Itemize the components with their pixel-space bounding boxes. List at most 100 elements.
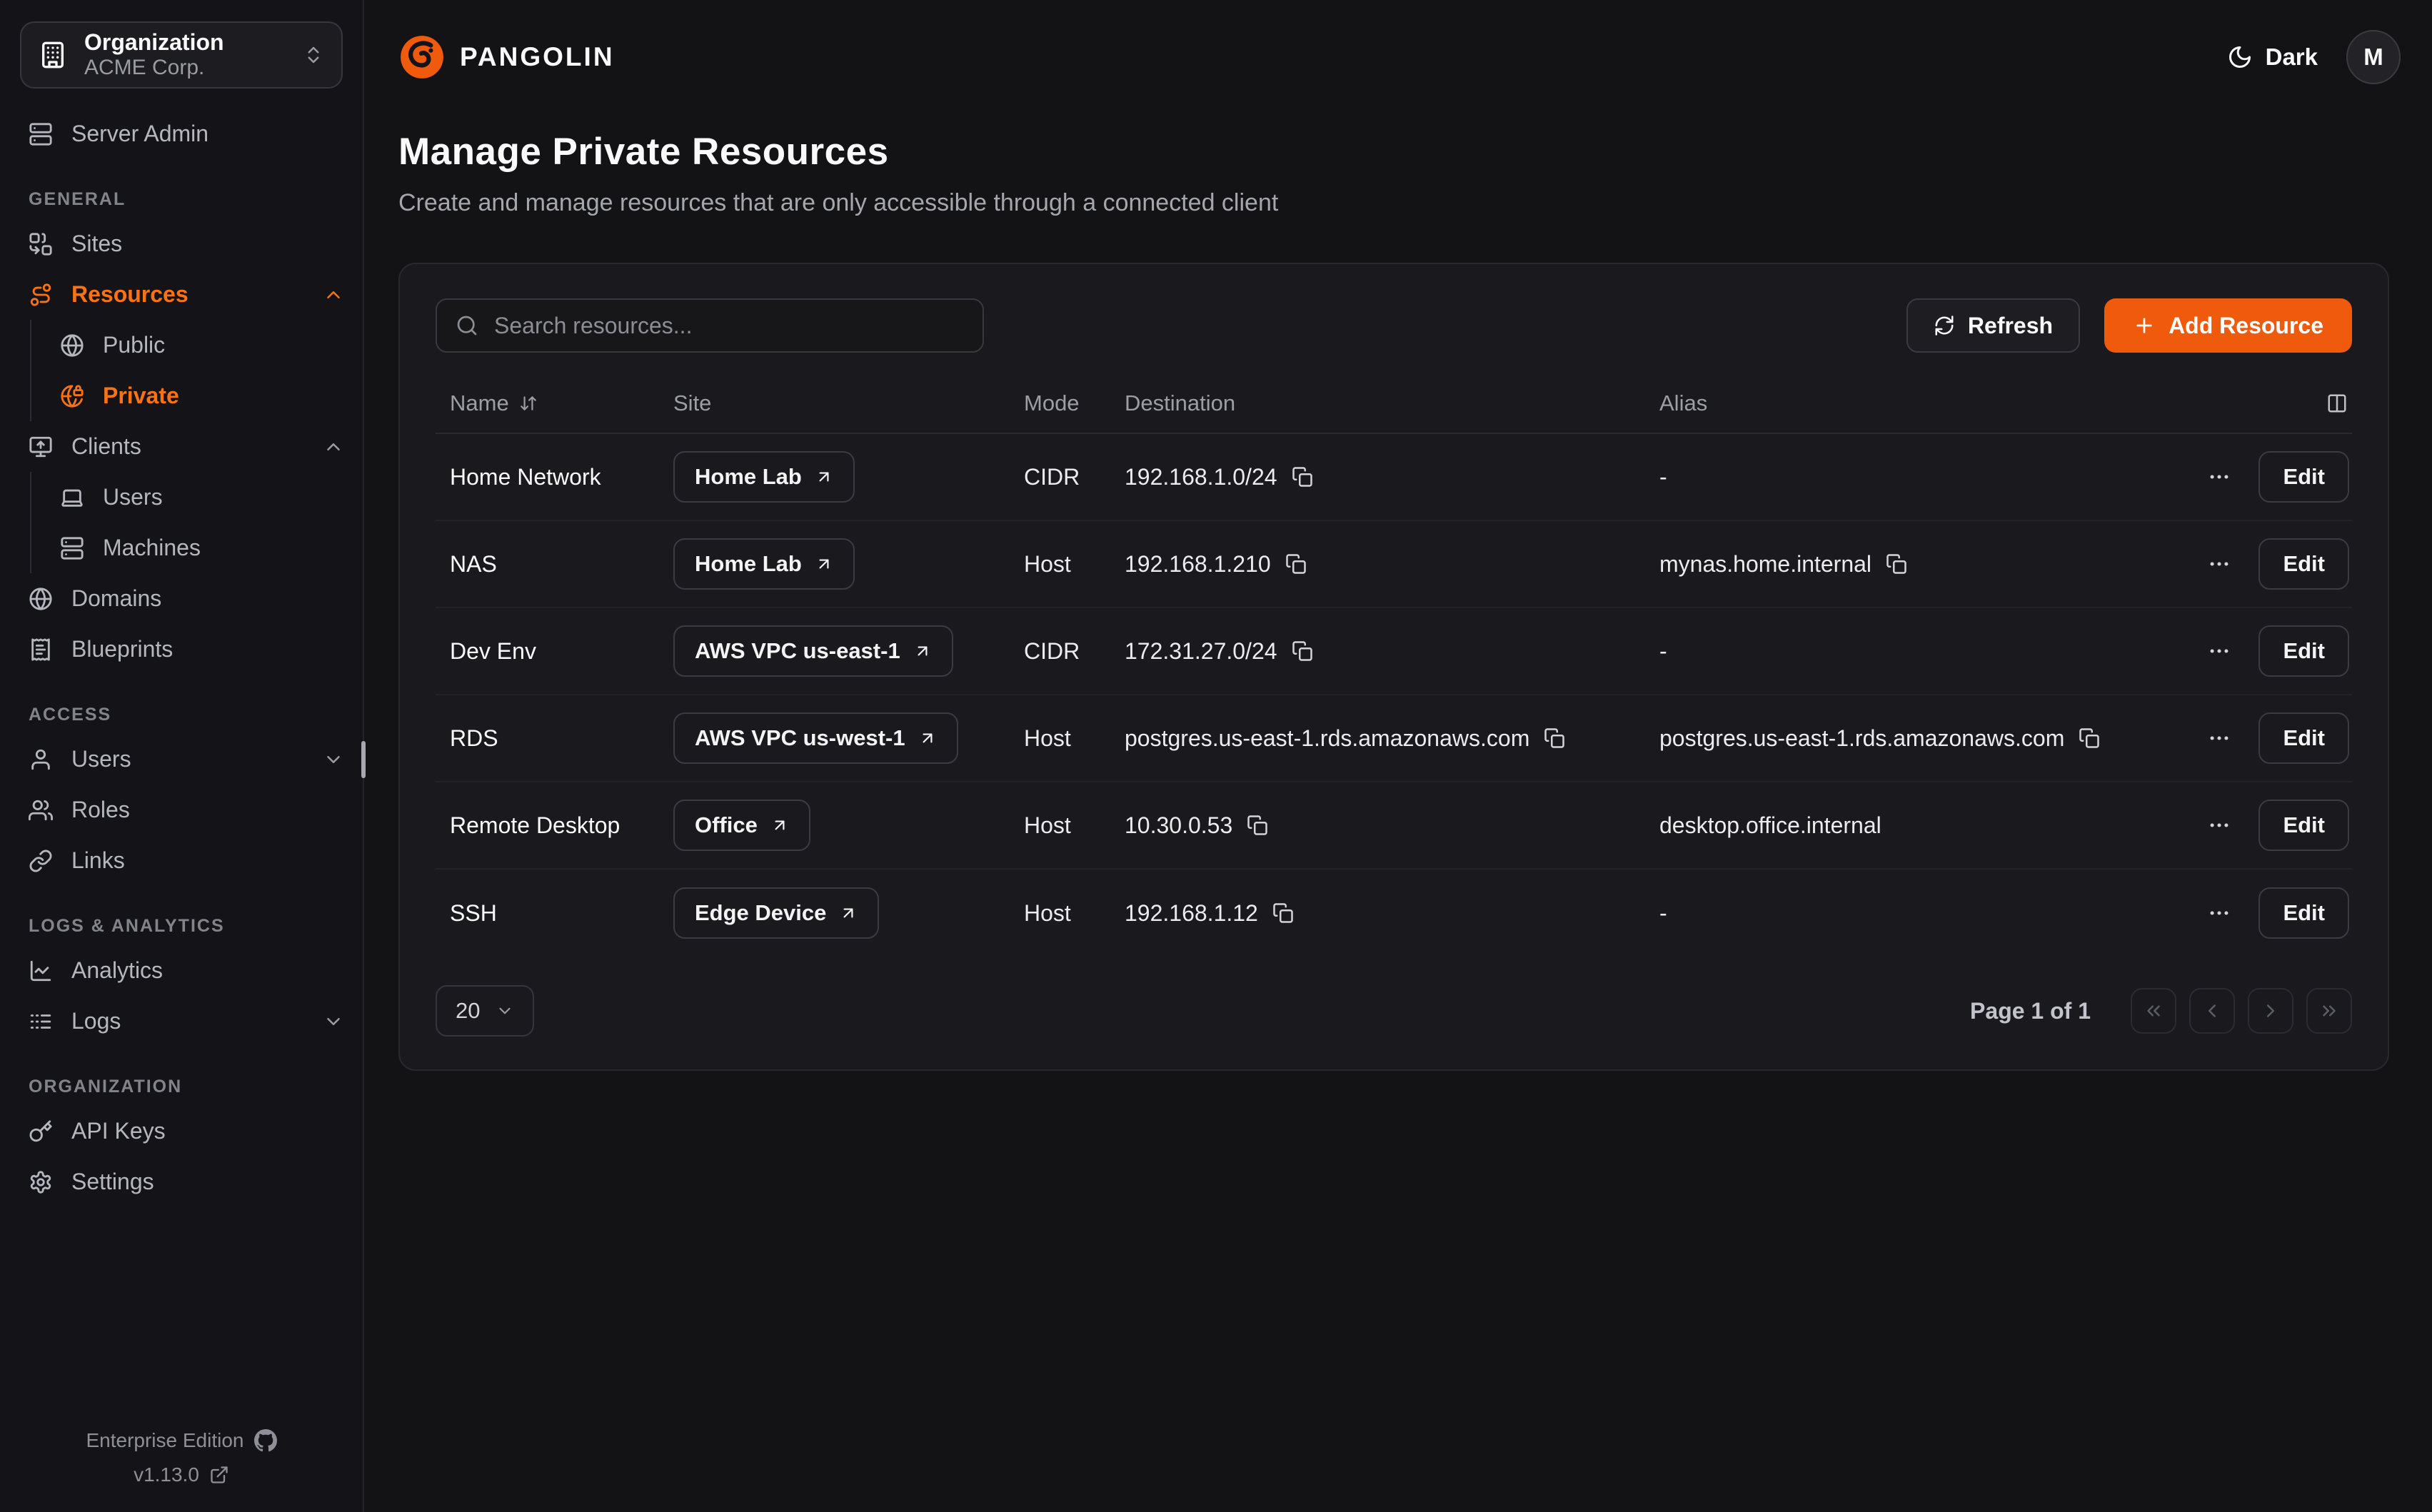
edition-link[interactable]: Enterprise Edition	[0, 1429, 363, 1452]
sidebar-item-label: Blueprints	[71, 636, 173, 662]
theme-toggle-label: Dark	[2266, 44, 2318, 71]
theme-toggle[interactable]: Dark	[2227, 44, 2318, 71]
column-header-mode: Mode	[1010, 390, 1110, 416]
site-name: AWS VPC us-east-1	[695, 638, 900, 664]
sidebar-item-logs[interactable]: Logs	[0, 996, 344, 1047]
blueprints-icon	[29, 637, 53, 662]
column-settings-button[interactable]	[2326, 393, 2348, 414]
edit-button[interactable]: Edit	[2258, 538, 2349, 590]
plus-icon	[2133, 314, 2156, 337]
sidebar-item-users[interactable]: Users	[0, 734, 344, 785]
sidebar-item-domains[interactable]: Domains	[0, 573, 344, 624]
card-toolbar: Refresh Add Resource	[436, 298, 2352, 353]
first-page-button[interactable]	[2131, 988, 2176, 1034]
sidebar-item-analytics[interactable]: Analytics	[0, 945, 344, 996]
resource-mode: CIDR	[1024, 638, 1080, 665]
table-row: Home Network Home Lab CIDR 192.168.1.0/2…	[436, 434, 2352, 521]
columns-icon	[2326, 393, 2348, 414]
sidebar-item-sites[interactable]: Sites	[0, 218, 344, 269]
edition-label: Enterprise Edition	[86, 1429, 243, 1452]
site-link-button[interactable]: AWS VPC us-west-1	[673, 712, 958, 764]
chevron-down-icon	[496, 1002, 514, 1020]
next-page-button[interactable]	[2248, 988, 2293, 1034]
edit-button[interactable]: Edit	[2258, 712, 2349, 764]
table-row: Remote Desktop Office Host 10.30.0.53	[436, 782, 2352, 870]
sidebar-item-public[interactable]: Public	[60, 320, 344, 371]
globe-lock-icon	[60, 384, 84, 408]
last-page-button[interactable]	[2306, 988, 2352, 1034]
row-menu-button[interactable]	[2207, 813, 2231, 837]
sidebar-item-clients[interactable]: Clients	[0, 421, 344, 472]
copy-destination-button[interactable]	[1272, 902, 1294, 924]
sidebar-item-api-keys[interactable]: API Keys	[0, 1106, 344, 1156]
key-icon	[29, 1119, 53, 1144]
edit-button[interactable]: Edit	[2258, 887, 2349, 939]
sidebar-item-blueprints[interactable]: Blueprints	[0, 624, 344, 675]
sidebar-heading-access: ACCESS	[0, 705, 344, 725]
users-icon	[29, 798, 53, 822]
resources-sub-list: Public Private	[30, 320, 344, 421]
sidebar-item-settings[interactable]: Settings	[0, 1156, 344, 1207]
building-icon	[39, 41, 67, 69]
row-menu-button[interactable]	[2207, 639, 2231, 663]
resource-mode: CIDR	[1024, 464, 1080, 490]
resource-name: NAS	[450, 551, 497, 578]
sidebar-heading-general: GENERAL	[0, 189, 344, 210]
copy-destination-button[interactable]	[1292, 640, 1313, 662]
edit-button[interactable]: Edit	[2258, 451, 2349, 503]
sidebar-item-links[interactable]: Links	[0, 835, 344, 886]
chevron-up-icon	[323, 436, 344, 458]
copy-icon	[1292, 466, 1313, 488]
edit-button[interactable]: Edit	[2258, 800, 2349, 851]
more-horizontal-icon	[2207, 901, 2231, 925]
version-label: v1.13.0	[134, 1463, 199, 1486]
sidebar-item-label: Users	[71, 746, 131, 772]
refresh-button[interactable]: Refresh	[1906, 298, 2080, 353]
sidebar-resize-handle[interactable]	[361, 741, 366, 778]
org-picker[interactable]: Organization ACME Corp.	[20, 21, 343, 89]
sidebar-item-resources[interactable]: Resources	[0, 269, 344, 320]
search-input[interactable]	[494, 313, 964, 339]
table-row: NAS Home Lab Host 192.168.1.210	[436, 521, 2352, 608]
copy-alias-button[interactable]	[1886, 553, 1907, 575]
copy-destination-button[interactable]	[1285, 553, 1307, 575]
edit-button[interactable]: Edit	[2258, 625, 2349, 677]
sort-icon	[519, 394, 538, 413]
table-row: SSH Edge Device Host 192.168.1.12	[436, 870, 2352, 957]
sidebar-item-private[interactable]: Private	[60, 371, 344, 421]
site-link-button[interactable]: Edge Device	[673, 887, 879, 939]
copy-destination-button[interactable]	[1292, 466, 1313, 488]
page-size-select[interactable]: 20	[436, 985, 534, 1037]
copy-alias-button[interactable]	[2079, 727, 2100, 749]
arrow-up-right-icon	[913, 642, 932, 660]
add-resource-button[interactable]: Add Resource	[2104, 298, 2352, 353]
sidebar-item-label: Analytics	[71, 957, 163, 984]
resource-name: Dev Env	[450, 638, 536, 665]
chevrons-right-icon	[2318, 1000, 2340, 1022]
sidebar-item-roles[interactable]: Roles	[0, 785, 344, 835]
copy-destination-button[interactable]	[1247, 815, 1268, 836]
site-link-button[interactable]: Home Lab	[673, 538, 855, 590]
row-menu-button[interactable]	[2207, 726, 2231, 750]
sidebar-item-machines[interactable]: Machines	[60, 523, 344, 573]
row-menu-button[interactable]	[2207, 552, 2231, 576]
pager: Page 1 of 1	[1970, 988, 2352, 1034]
resource-alias: postgres.us-east-1.rds.amazonaws.com	[1659, 725, 2064, 752]
row-menu-button[interactable]	[2207, 901, 2231, 925]
row-menu-button[interactable]	[2207, 465, 2231, 489]
site-link-button[interactable]: Office	[673, 800, 810, 851]
main-content: PANGOLIN Dark M Manage Private Resources…	[364, 0, 2432, 1512]
version-link[interactable]: v1.13.0	[0, 1463, 363, 1486]
copy-destination-button[interactable]	[1544, 727, 1565, 749]
refresh-icon	[1934, 315, 1955, 336]
more-horizontal-icon	[2207, 465, 2231, 489]
avatar[interactable]: M	[2346, 30, 2401, 84]
page-title: Manage Private Resources	[398, 130, 2401, 173]
sidebar-item-server-admin[interactable]: Server Admin	[0, 109, 344, 159]
site-name: Home Lab	[695, 551, 802, 577]
site-link-button[interactable]: AWS VPC us-east-1	[673, 625, 953, 677]
site-link-button[interactable]: Home Lab	[673, 451, 855, 503]
previous-page-button[interactable]	[2189, 988, 2235, 1034]
column-header-name[interactable]: Name	[436, 390, 659, 416]
sidebar-item-client-users[interactable]: Users	[60, 472, 344, 523]
